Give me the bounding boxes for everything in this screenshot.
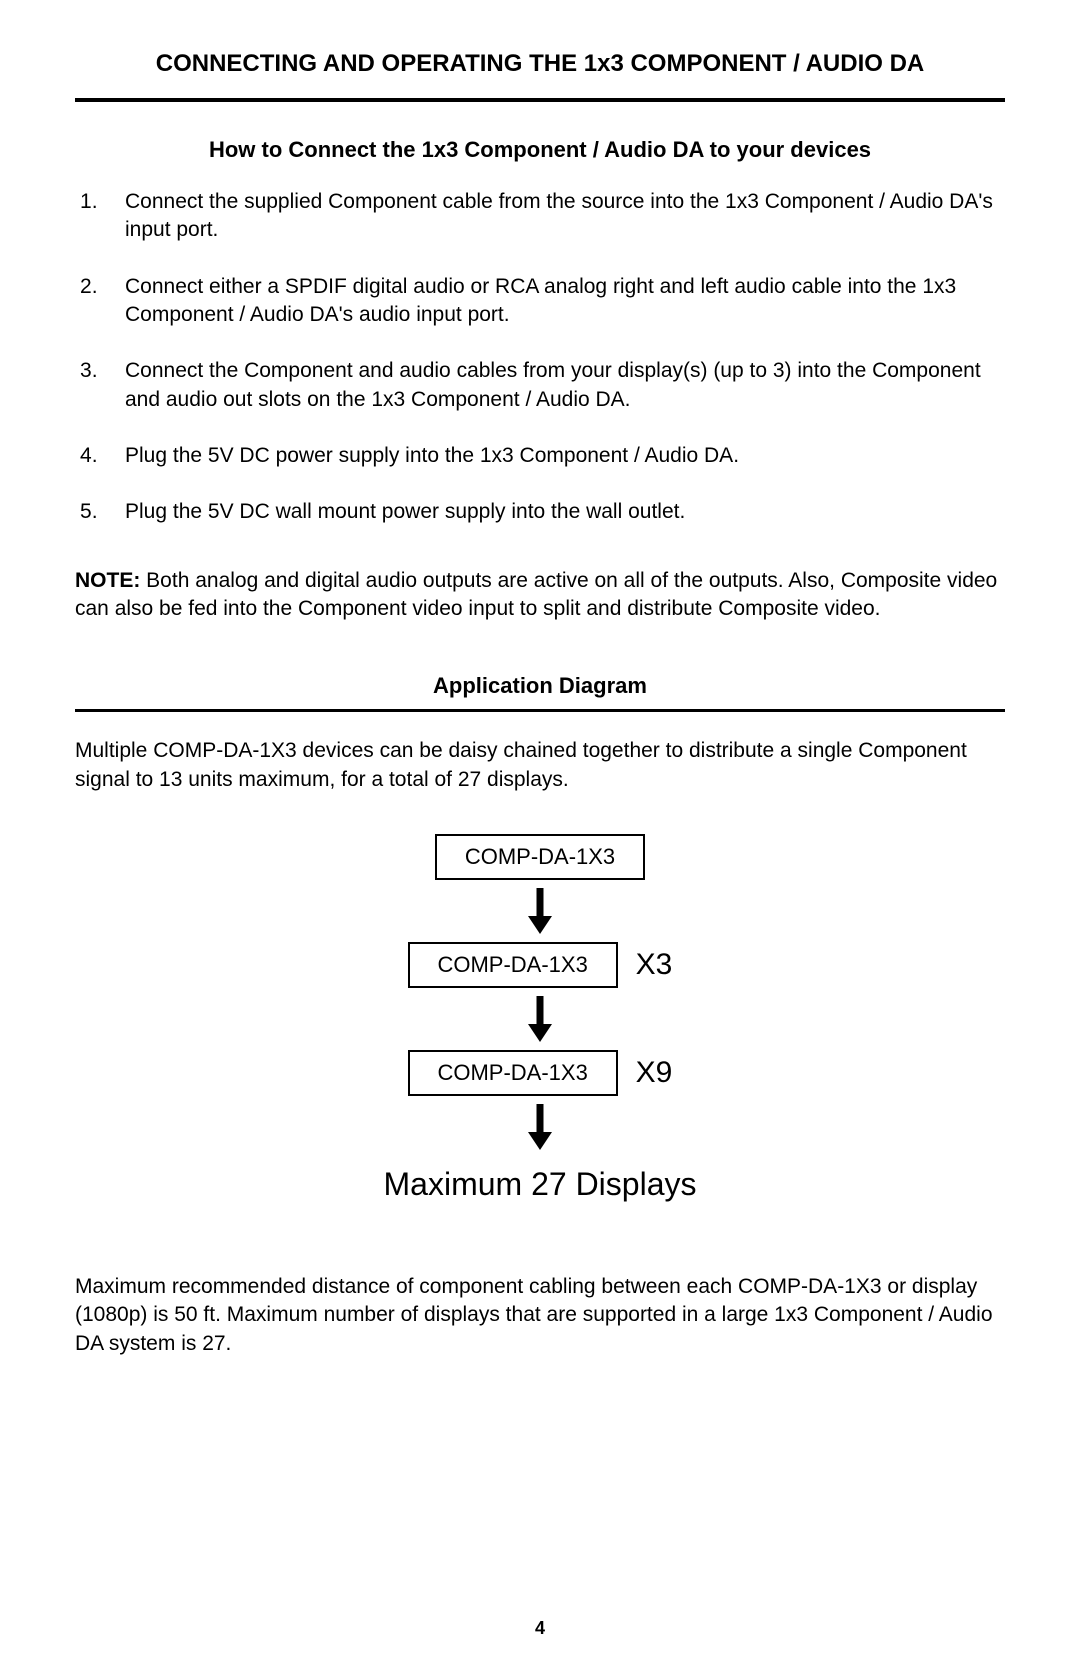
diagram-multiplier: X3 <box>636 948 673 982</box>
steps-list: Connect the supplied Component cable fro… <box>75 188 1005 527</box>
arrow-down-icon <box>527 1102 553 1152</box>
diagram-row-1: COMP-DA-1X3 <box>435 834 645 880</box>
step-item: Plug the 5V DC power supply into the 1x3… <box>120 442 1005 470</box>
page-heading: CONNECTING AND OPERATING THE 1x3 COMPONE… <box>75 50 1005 78</box>
step-item: Connect the supplied Component cable fro… <box>120 188 1005 245</box>
how-to-connect-heading: How to Connect the 1x3 Component / Audio… <box>75 137 1005 163</box>
note-label: NOTE: <box>75 569 146 592</box>
diagram-description: Multiple COMP-DA-1X3 devices can be dais… <box>75 737 1005 794</box>
note-paragraph: NOTE: Both analog and digital audio outp… <box>75 567 1005 624</box>
arrow-down-icon <box>527 994 553 1044</box>
diagram-row-2: COMP-DA-1X3 X3 <box>408 942 673 988</box>
diagram-row-3: COMP-DA-1X3 X9 <box>408 1050 673 1096</box>
diagram-result: Maximum 27 Displays <box>384 1166 697 1203</box>
diagram-box: COMP-DA-1X3 <box>435 834 645 880</box>
page-number: 4 <box>0 1618 1080 1639</box>
note-body: Both analog and digital audio outputs ar… <box>75 569 997 620</box>
diagram-box: COMP-DA-1X3 <box>408 1050 618 1096</box>
diagram-box: COMP-DA-1X3 <box>408 942 618 988</box>
footer-paragraph: Maximum recommended distance of componen… <box>75 1273 1005 1358</box>
step-item: Connect the Component and audio cables f… <box>120 357 1005 414</box>
diagram-multiplier: X9 <box>636 1056 673 1090</box>
step-item: Plug the 5V DC wall mount power supply i… <box>120 498 1005 526</box>
step-item: Connect either a SPDIF digital audio or … <box>120 273 1005 330</box>
application-diagram: COMP-DA-1X3 COMP-DA-1X3 X3 COMP-DA-1X3 X… <box>75 834 1005 1203</box>
heading-rule <box>75 98 1005 102</box>
arrow-down-icon <box>527 886 553 936</box>
application-diagram-heading: Application Diagram <box>75 673 1005 699</box>
section-rule <box>75 709 1005 712</box>
